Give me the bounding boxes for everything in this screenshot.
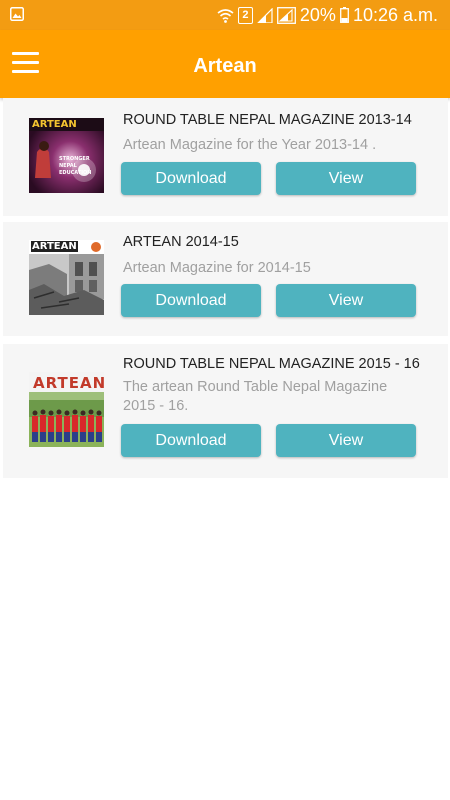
signal-icon-2: [276, 6, 296, 24]
cover-headline: NEPAL: [59, 163, 77, 169]
cover-headline: EDUCATION: [59, 170, 92, 176]
magazine-cover-image[interactable]: ARTEAN: [29, 240, 104, 315]
battery-percentage: 20%: [299, 4, 336, 25]
magazine-description: The artean Round Table Nepal Magazine 20…: [123, 379, 388, 414]
sim-slot-badge: 2: [237, 6, 253, 24]
magazine-card: ARTEAN ROUND TABLE NEPAL MAGAZINE 2015 -…: [3, 344, 448, 478]
clock: 10:26 a.m.: [352, 4, 438, 25]
app-bar: Artean: [0, 30, 450, 98]
app-title: Artean: [193, 55, 257, 77]
signal-icon-1: [257, 7, 273, 23]
download-button[interactable]: Download: [121, 162, 261, 195]
download-button[interactable]: Download: [121, 284, 261, 317]
magazine-title: ROUND TABLE NEPAL MAGAZINE 2015 - 16: [123, 356, 420, 372]
magazine-cover-image[interactable]: ARTEAN STRONGER NEPAL EDUCATION: [29, 118, 104, 193]
magazine-title: ARTEAN 2014-15: [123, 234, 239, 250]
view-button[interactable]: View: [276, 424, 416, 457]
magazine-cover-image[interactable]: ARTEAN: [29, 372, 104, 447]
cover-masthead: ARTEAN: [32, 119, 77, 130]
magazine-description: Artean Magazine for 2014-15: [123, 260, 311, 276]
wifi-icon: [217, 8, 234, 23]
gallery-notification-icon: [10, 7, 24, 21]
magazine-card: ARTEAN STRONGER NEPAL EDUCATION ROUND TA…: [3, 98, 448, 216]
cover-masthead: ARTEAN: [33, 374, 104, 392]
battery-icon: [339, 7, 349, 23]
view-button[interactable]: View: [276, 284, 416, 317]
status-bar: 2 20% 10:26 a.m.: [0, 0, 450, 30]
magazine-title: ROUND TABLE NEPAL MAGAZINE 2013-14: [123, 112, 412, 128]
download-button[interactable]: Download: [121, 424, 261, 457]
magazine-description: Artean Magazine for the Year 2013-14 .: [123, 137, 377, 153]
view-button[interactable]: View: [276, 162, 416, 195]
magazine-card: ARTEAN ARTEAN 2014-15 Artean Magazine fo…: [3, 222, 448, 336]
cover-headline: STRONGER: [59, 156, 90, 162]
cover-masthead: ARTEAN: [31, 241, 78, 252]
